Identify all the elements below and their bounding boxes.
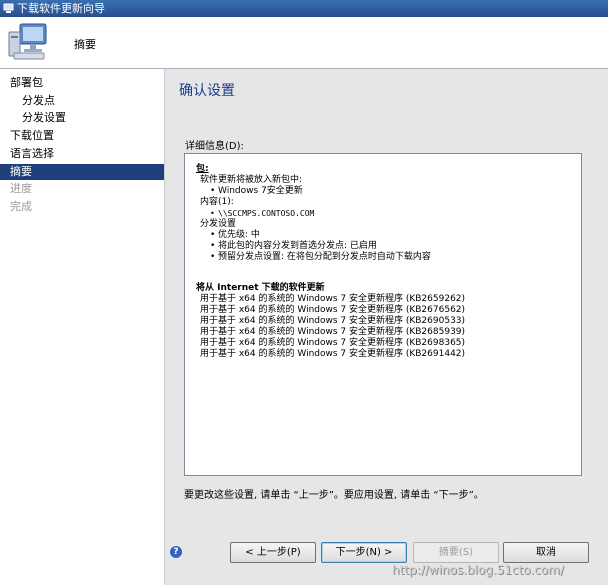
nav-item-distribution-settings[interactable]: 分发设置 [0, 110, 164, 126]
nav-item-completion: 完成 [10, 200, 32, 213]
help-icon[interactable]: ? [170, 546, 182, 558]
package-name-row: • Windows 7安全更新 [210, 186, 303, 197]
nav-item-package[interactable]: 部署包 [0, 75, 164, 91]
update-item: 用于基于 x64 的系统的 Windows 7 安全更新程序 (KB269144… [200, 349, 466, 359]
footer-note: 要更改这些设置, 请单击 “上一步”。要应用设置, 请单击 “下一步”。 [184, 490, 484, 501]
content-path: \\SCCMPS.CONTOSO.COM [218, 209, 315, 218]
bullet-icon: • [210, 241, 216, 251]
next-button[interactable]: 下一步(N) > [321, 542, 407, 563]
update-item: 用于基于 x64 的系统的 Windows 7 安全更新程序 (KB269836… [200, 338, 466, 348]
summary-button: 摘要(S) [413, 542, 499, 563]
package-heading: 包: [196, 164, 209, 174]
nav-item-download-location[interactable]: 下载位置 [0, 128, 164, 144]
window-titlebar[interactable]: 下载软件更新向导 [0, 0, 608, 17]
details-textbox[interactable]: 包: 软件更新将被放入新包中: • Windows 7安全更新 内容(1): • \… [184, 153, 582, 476]
wizard-header: 摘要 [0, 17, 608, 69]
bullet-icon: • [210, 209, 215, 218]
header-title: 摘要 [74, 38, 96, 51]
content-heading: 内容(1): [200, 197, 234, 207]
cancel-button[interactable]: 取消 [503, 542, 589, 563]
dist-heading: 分发设置 [200, 219, 237, 229]
watermark-text: http://winos.blog.51cto.com/ [392, 563, 564, 577]
main-panel: 确认设置 详细信息(D): 包: 软件更新将被放入新包中: • Windows 7… [165, 69, 608, 585]
download-heading: 将从 Internet 下载的软件更新 [196, 283, 325, 293]
wizard-nav: 部署包 分发点 分发设置 下载位置 语言选择 摘要 进度 完成 [0, 69, 165, 585]
nav-item-language[interactable]: 语言选择 [0, 146, 164, 162]
nav-item-progress: 进度 [10, 182, 32, 195]
package-name: Windows 7安全更新 [218, 186, 303, 196]
package-desc: 软件更新将被放入新包中: [200, 175, 303, 185]
dist-item: • 预留分发点设置: 在将包分配到分发点时自动下载内容 [210, 252, 431, 262]
dist-item: • 将此包的内容分发到首选分发点: 已启用 [210, 241, 377, 251]
update-item: 用于基于 x64 的系统的 Windows 7 安全更新程序 (KB267656… [200, 305, 466, 315]
update-item: 用于基于 x64 的系统的 Windows 7 安全更新程序 (KB268593… [200, 327, 466, 337]
bullet-icon: • [210, 230, 216, 240]
page-title: 确认设置 [179, 83, 235, 99]
nav-item-distribution-points[interactable]: 分发点 [0, 93, 164, 109]
back-button[interactable]: < 上一步(P) [230, 542, 316, 563]
wizard-app-icon [3, 3, 14, 13]
computer-icon [8, 23, 47, 60]
bullet-icon: • [210, 186, 216, 196]
nav-item-summary[interactable]: 摘要 [0, 164, 164, 180]
content-path-row: • \\SCCMPS.CONTOSO.COM [210, 208, 314, 219]
update-item: 用于基于 x64 的系统的 Windows 7 安全更新程序 (KB265926… [200, 294, 466, 304]
bullet-icon: • [210, 252, 216, 262]
details-label: 详细信息(D): [185, 141, 244, 152]
window-title: 下载软件更新向导 [17, 2, 105, 15]
update-item: 用于基于 x64 的系统的 Windows 7 安全更新程序 (KB269053… [200, 316, 466, 326]
dist-item: • 优先级: 中 [210, 230, 260, 240]
